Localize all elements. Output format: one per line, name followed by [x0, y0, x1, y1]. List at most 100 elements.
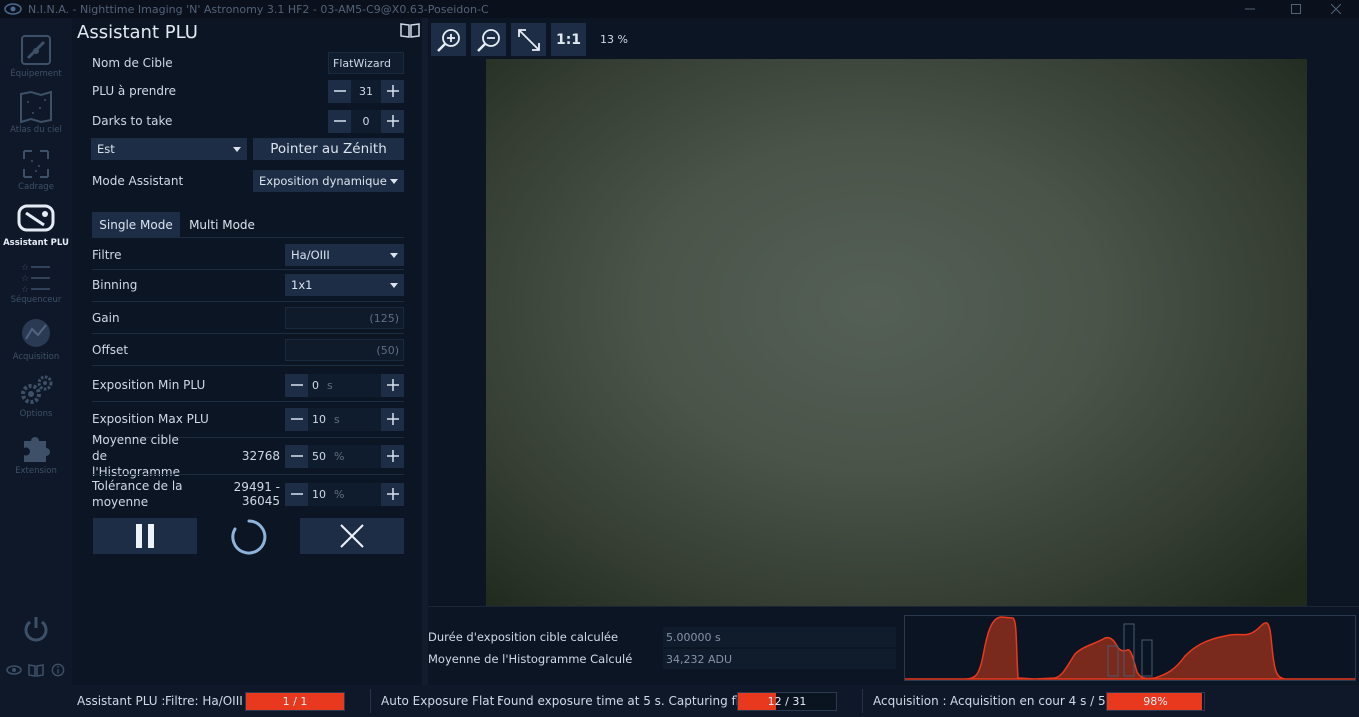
gain-field[interactable]: (125): [285, 307, 404, 329]
slew-to-zenith-button[interactable]: Pointer au Zénith: [253, 138, 404, 160]
target-name-label: Nom de Cible: [92, 56, 173, 70]
offset-field[interactable]: (50): [285, 339, 404, 361]
flat-wizard-progress-bar: 1 / 1: [245, 692, 345, 711]
max-exposure-field[interactable]: 10 s: [308, 407, 381, 431]
minus-icon: [290, 384, 303, 386]
sidebar-item-flat-wizard[interactable]: Assistant PLU: [0, 201, 72, 258]
flats-count-field[interactable]: 31: [351, 79, 381, 103]
minus-icon: [333, 90, 346, 92]
chevron-down-icon: [390, 282, 398, 288]
wizard-mode-dropdown[interactable]: Exposition dynamique: [253, 170, 404, 192]
eye-icon[interactable]: [6, 663, 22, 677]
tolerance-increment-button[interactable]: [381, 482, 404, 506]
target-name-row: Nom de Cible FlatWizard: [92, 49, 404, 77]
sidebar-item-label: Cadrage: [18, 182, 54, 192]
min-exposure-value: 0: [312, 378, 319, 392]
status-bar: Assistant PLU : Filtre: Ha/OIII 1 / 1 Au…: [0, 685, 1359, 717]
tolerance-label: Tolérance de la moyenne: [92, 479, 183, 509]
flats-count-label: PLU à prendre: [92, 84, 177, 98]
pause-button[interactable]: [93, 518, 197, 554]
close-window-button[interactable]: [1313, 0, 1359, 18]
max-exposure-decrement-button[interactable]: [285, 407, 308, 431]
book-icon[interactable]: [28, 663, 44, 677]
plus-icon: [386, 488, 399, 500]
image-viewer: 1:1 13 %: [428, 18, 1359, 606]
target-name-field[interactable]: FlatWizard: [328, 52, 404, 74]
zoom-in-button[interactable]: [431, 23, 466, 56]
sidebar-footer-icons: [0, 663, 72, 677]
sidebar-item-framing[interactable]: Cadrage: [0, 145, 72, 202]
tolerance-field[interactable]: 10 %: [308, 482, 381, 506]
tab-multi-mode[interactable]: Multi Mode: [182, 212, 262, 237]
sidebar-item-imaging[interactable]: Acquisition: [0, 315, 72, 372]
chevron-down-icon: [233, 146, 241, 152]
zoom-out-button[interactable]: [471, 23, 506, 56]
min-exposure-decrement-button[interactable]: [285, 373, 308, 397]
tab-single-mode[interactable]: Single Mode: [92, 212, 180, 237]
direction-dropdown[interactable]: Est: [91, 138, 247, 160]
darks-decrement-button[interactable]: [328, 109, 351, 133]
fit-to-screen-button[interactable]: [511, 23, 546, 56]
max-exposure-label: Exposition Max PLU: [92, 412, 209, 426]
sidebar-item-options[interactable]: Options: [0, 372, 72, 429]
divider: [92, 333, 404, 334]
maximize-icon: [1291, 4, 1301, 14]
sidebar-item-label: Options: [19, 409, 53, 419]
calculated-histogram-row: Moyenne de l'Histogramme Calculé: [428, 649, 632, 669]
min-exposure-increment-button[interactable]: [381, 373, 404, 397]
histogram-mean-decrement-button[interactable]: [285, 444, 308, 468]
power-button[interactable]: [0, 614, 72, 644]
binning-dropdown[interactable]: 1x1: [285, 274, 404, 296]
max-exposure-unit: s: [334, 412, 340, 426]
flat-frame-image[interactable]: [486, 59, 1307, 606]
histogram-mean-row: Moyenne cible de l'Histogramme 32768 50 …: [92, 433, 404, 479]
max-exposure-increment-button[interactable]: [381, 407, 404, 431]
flats-decrement-button[interactable]: [328, 79, 351, 103]
chevron-down-icon: [390, 178, 398, 184]
sidebar-item-plugins[interactable]: Extension: [0, 429, 72, 486]
tolerance-row: Tolérance de la moyenne 29491 - 36045 10…: [92, 477, 404, 511]
minus-icon: [290, 418, 303, 420]
sidebar-item-sequencer[interactable]: ☆ ☆ ☆ Séquenceur: [0, 258, 72, 315]
binning-value: 1x1: [291, 278, 313, 292]
tolerance-decrement-button[interactable]: [285, 482, 308, 506]
info-icon[interactable]: [50, 663, 66, 677]
pause-icon: [136, 524, 154, 548]
cancel-button[interactable]: [300, 518, 404, 554]
sidebar-item-label: Acquisition: [12, 352, 60, 362]
max-exposure-row: Exposition Max PLU 10 s: [92, 405, 404, 433]
status-acquisition-text: Acquisition en cour 4 s / 5 s: [950, 694, 1116, 708]
plus-icon: [386, 450, 399, 462]
book-icon[interactable]: [400, 22, 420, 38]
wizard-mode-row: Mode Assistant Exposition dynamique: [92, 167, 404, 195]
histogram-mean-increment-button[interactable]: [381, 444, 404, 468]
calculated-histogram-value: 34,232 ADU: [663, 649, 896, 669]
gain-row: Gain (125): [92, 304, 404, 332]
auto-flat-progress-text: 12 / 31: [767, 695, 807, 708]
darks-increment-button[interactable]: [381, 109, 404, 133]
calculated-exposure-label: Durée d'exposition cible calculée: [428, 630, 619, 644]
flats-increment-button[interactable]: [381, 79, 404, 103]
minimize-button[interactable]: [1227, 0, 1273, 18]
histogram-mean-label: Moyenne cible de l'Histogramme: [92, 433, 180, 479]
telescope-icon: [21, 35, 51, 65]
direction-value: Est: [97, 142, 115, 156]
zoom-level: 13 %: [600, 33, 628, 46]
minimize-icon: [1245, 8, 1255, 10]
sidebar-item-equipment[interactable]: Équipement: [0, 32, 72, 89]
fit-screen-icon: [517, 28, 540, 51]
close-icon: [340, 524, 364, 548]
divider: [370, 689, 371, 713]
sidebar-item-sky-atlas[interactable]: Atlas du ciel: [0, 88, 72, 145]
acquisition-progress-bar: 98%: [1106, 692, 1205, 711]
histogram-mean-field[interactable]: 50 %: [308, 444, 381, 468]
status-auto-flat-text: Found exposure time at 5 s. Capturing fl…: [497, 694, 762, 708]
puzzle-icon: [24, 437, 50, 462]
filter-dropdown[interactable]: Ha/OIII: [285, 244, 404, 266]
nina-logo-icon: [4, 3, 22, 15]
histogram-mean-adu: 32768: [241, 449, 280, 463]
darks-count-field[interactable]: 0: [351, 109, 381, 133]
one-to-one-button[interactable]: 1:1: [551, 23, 586, 56]
min-exposure-field[interactable]: 0 s: [308, 373, 381, 397]
min-exposure-row: Exposition Min PLU 0 s: [92, 371, 404, 399]
